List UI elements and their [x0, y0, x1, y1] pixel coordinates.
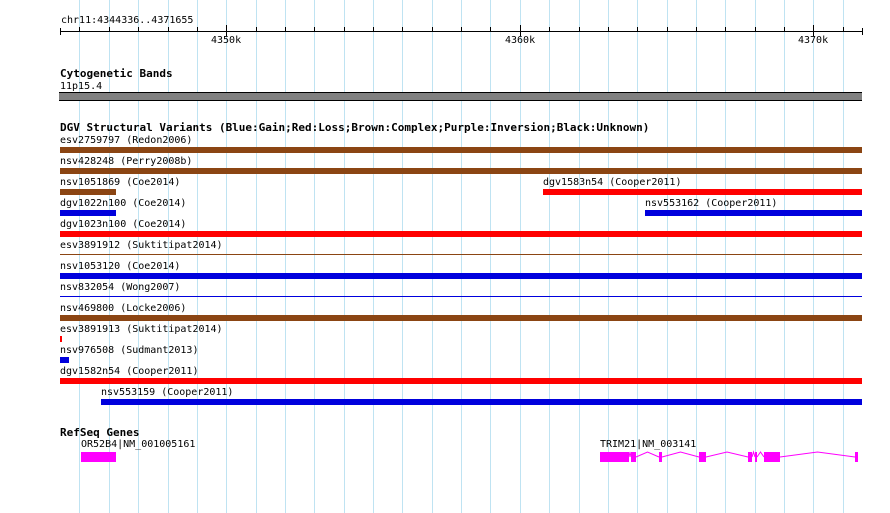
- gene-exon[interactable]: [631, 452, 636, 462]
- gene-exon[interactable]: [764, 452, 780, 462]
- gene-exon[interactable]: [699, 452, 706, 462]
- gene-exon[interactable]: [600, 452, 629, 462]
- gene-exon[interactable]: [748, 452, 752, 462]
- genome-browser-panel[interactable]: chr11:4344336..4371655 Cytogenetic Bands…: [0, 0, 890, 513]
- gene-exon[interactable]: [659, 452, 662, 462]
- gene-intron-line: [628, 450, 856, 458]
- gene-exon[interactable]: [755, 452, 757, 462]
- gene-exon[interactable]: [855, 452, 858, 462]
